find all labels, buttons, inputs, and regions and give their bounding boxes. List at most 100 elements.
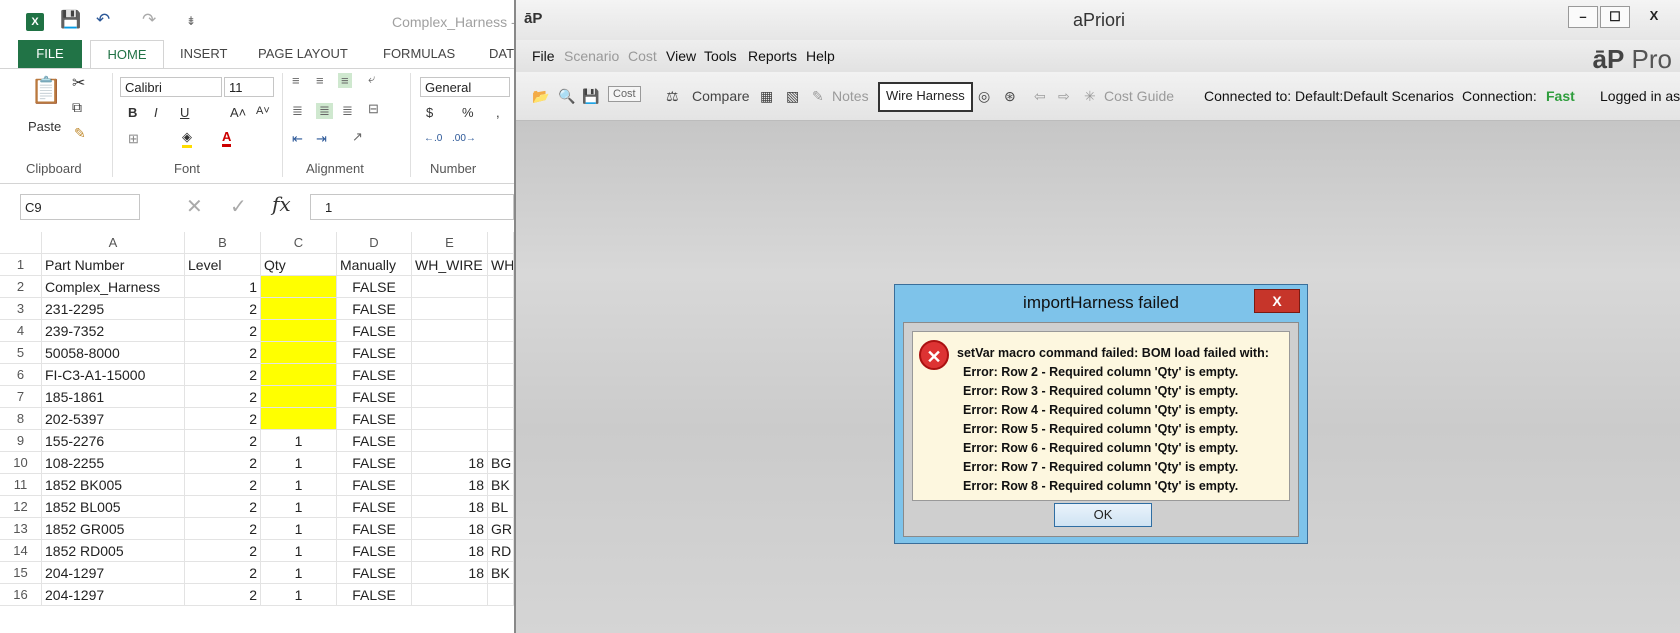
cost-guide-icon[interactable]: ✳ bbox=[1084, 88, 1096, 105]
select-all-corner[interactable] bbox=[0, 232, 42, 254]
table-cell[interactable] bbox=[261, 364, 337, 386]
table-cell[interactable]: 2 bbox=[185, 386, 261, 408]
table-cell[interactable] bbox=[412, 298, 488, 320]
table-cell[interactable]: Qty bbox=[261, 254, 337, 276]
table-cell[interactable]: FALSE bbox=[337, 562, 412, 584]
table-cell[interactable]: 1 bbox=[261, 430, 337, 452]
table-cell[interactable]: FALSE bbox=[337, 430, 412, 452]
row-header[interactable]: 12 bbox=[0, 496, 42, 518]
table-cell[interactable]: WH_WIRE bbox=[412, 254, 488, 276]
table-cell[interactable] bbox=[488, 386, 514, 408]
table-cell[interactable]: 202-5397 bbox=[42, 408, 185, 430]
table-cell[interactable]: 1 bbox=[261, 496, 337, 518]
table-cell[interactable] bbox=[261, 298, 337, 320]
cost-button[interactable]: Cost bbox=[608, 86, 641, 102]
font-color-icon[interactable]: A bbox=[222, 129, 232, 147]
table-cell[interactable] bbox=[261, 276, 337, 298]
table-cell[interactable]: 204-1297 bbox=[42, 584, 185, 606]
table-cell[interactable]: RD bbox=[488, 540, 514, 562]
cut-icon[interactable]: ✂ bbox=[72, 73, 85, 93]
table-cell[interactable]: FI-C3-A1-15000 bbox=[42, 364, 185, 386]
format-painter-icon[interactable]: ✎ bbox=[74, 125, 86, 142]
column-header[interactable]: B bbox=[185, 232, 261, 254]
tab-page-layout[interactable]: PAGE LAYOUT bbox=[258, 40, 348, 68]
undo-icon[interactable]: ↶ bbox=[96, 10, 110, 30]
download-icon[interactable]: ⊛ bbox=[1004, 88, 1016, 105]
merge-icon[interactable]: ⊟ bbox=[368, 101, 379, 117]
decrease-indent-icon[interactable]: ⇤ bbox=[292, 131, 303, 147]
table-cell[interactable]: 1 bbox=[261, 474, 337, 496]
table-cell[interactable]: 18 bbox=[412, 496, 488, 518]
enter-icon[interactable]: ✓ bbox=[230, 194, 247, 219]
table-cell[interactable]: 18 bbox=[412, 562, 488, 584]
table-cell[interactable] bbox=[412, 584, 488, 606]
redo-icon[interactable]: ↷ bbox=[142, 10, 156, 30]
table-cell[interactable] bbox=[488, 298, 514, 320]
table-cell[interactable]: 2 bbox=[185, 474, 261, 496]
table-cell[interactable]: FALSE bbox=[337, 474, 412, 496]
table-cell[interactable]: 2 bbox=[185, 562, 261, 584]
table-cell[interactable]: 2 bbox=[185, 518, 261, 540]
forward-icon[interactable]: ⇨ bbox=[1058, 88, 1070, 105]
table-cell[interactable] bbox=[261, 408, 337, 430]
ok-button[interactable]: OK bbox=[1054, 503, 1152, 527]
column-header[interactable]: E bbox=[412, 232, 488, 254]
table-cell[interactable]: Complex_Harness bbox=[42, 276, 185, 298]
table-cell[interactable]: 1852 GR005 bbox=[42, 518, 185, 540]
font-name-select[interactable]: Calibri bbox=[120, 77, 222, 97]
font-size-select[interactable]: 11 bbox=[224, 77, 274, 97]
table-cell[interactable]: 2 bbox=[185, 430, 261, 452]
report-icon[interactable]: ▦ bbox=[760, 88, 773, 105]
menu-reports[interactable]: Reports bbox=[748, 48, 797, 64]
row-header[interactable]: 10 bbox=[0, 452, 42, 474]
table-cell[interactable]: Manually bbox=[337, 254, 412, 276]
table-cell[interactable]: 18 bbox=[412, 540, 488, 562]
increase-decimal-icon[interactable]: ←.0 bbox=[424, 133, 442, 144]
table-cell[interactable]: 2 bbox=[185, 298, 261, 320]
table-cell[interactable]: 1852 BK005 bbox=[42, 474, 185, 496]
compare-button[interactable]: Compare bbox=[692, 88, 750, 104]
underline-icon[interactable]: U bbox=[180, 105, 189, 120]
notes-icon[interactable]: ✎ bbox=[812, 88, 824, 105]
table-cell[interactable]: 1 bbox=[261, 562, 337, 584]
menu-tools[interactable]: Tools bbox=[704, 48, 737, 64]
table-cell[interactable] bbox=[261, 386, 337, 408]
row-header[interactable]: 7 bbox=[0, 386, 42, 408]
table-cell[interactable]: FALSE bbox=[337, 518, 412, 540]
row-header[interactable]: 6 bbox=[0, 364, 42, 386]
currency-icon[interactable]: $ bbox=[426, 105, 433, 120]
insert-function-icon[interactable]: fx bbox=[272, 192, 291, 216]
paste-button[interactable]: Paste bbox=[28, 119, 61, 134]
save-icon[interactable]: 💾 bbox=[582, 88, 599, 105]
row-header[interactable]: 14 bbox=[0, 540, 42, 562]
table-cell[interactable]: FALSE bbox=[337, 540, 412, 562]
table-cell[interactable]: BL bbox=[488, 496, 514, 518]
menu-scenario[interactable]: Scenario bbox=[564, 48, 619, 64]
table-cell[interactable]: 2 bbox=[185, 342, 261, 364]
menu-file[interactable]: File bbox=[532, 48, 555, 64]
name-box[interactable]: C9 bbox=[20, 194, 140, 220]
decrease-decimal-icon[interactable]: .00→ bbox=[452, 133, 476, 144]
table-cell[interactable]: BK bbox=[488, 474, 514, 496]
number-format-select[interactable]: General bbox=[420, 77, 510, 97]
table-cell[interactable]: 185-1861 bbox=[42, 386, 185, 408]
wrap-text-icon[interactable]: ⤶ bbox=[368, 71, 375, 87]
table-cell[interactable]: WH bbox=[488, 254, 514, 276]
row-header[interactable]: 1 bbox=[0, 254, 42, 276]
table-cell[interactable]: 1 bbox=[261, 452, 337, 474]
row-header[interactable]: 9 bbox=[0, 430, 42, 452]
table-cell[interactable]: 2 bbox=[185, 452, 261, 474]
search-icon[interactable]: 🔍 bbox=[558, 88, 575, 105]
save-icon[interactable]: 💾 bbox=[60, 10, 81, 30]
table-cell[interactable] bbox=[412, 408, 488, 430]
column-header[interactable] bbox=[488, 232, 514, 254]
table-cell[interactable]: 18 bbox=[412, 452, 488, 474]
row-header[interactable]: 11 bbox=[0, 474, 42, 496]
table-cell[interactable]: 1 bbox=[261, 518, 337, 540]
table-cell[interactable] bbox=[488, 408, 514, 430]
tab-data[interactable]: DAT bbox=[489, 40, 514, 68]
table-cell[interactable]: 231-2295 bbox=[42, 298, 185, 320]
table-cell[interactable]: 2 bbox=[185, 496, 261, 518]
table-cell[interactable]: 108-2255 bbox=[42, 452, 185, 474]
table-cell[interactable]: GR bbox=[488, 518, 514, 540]
